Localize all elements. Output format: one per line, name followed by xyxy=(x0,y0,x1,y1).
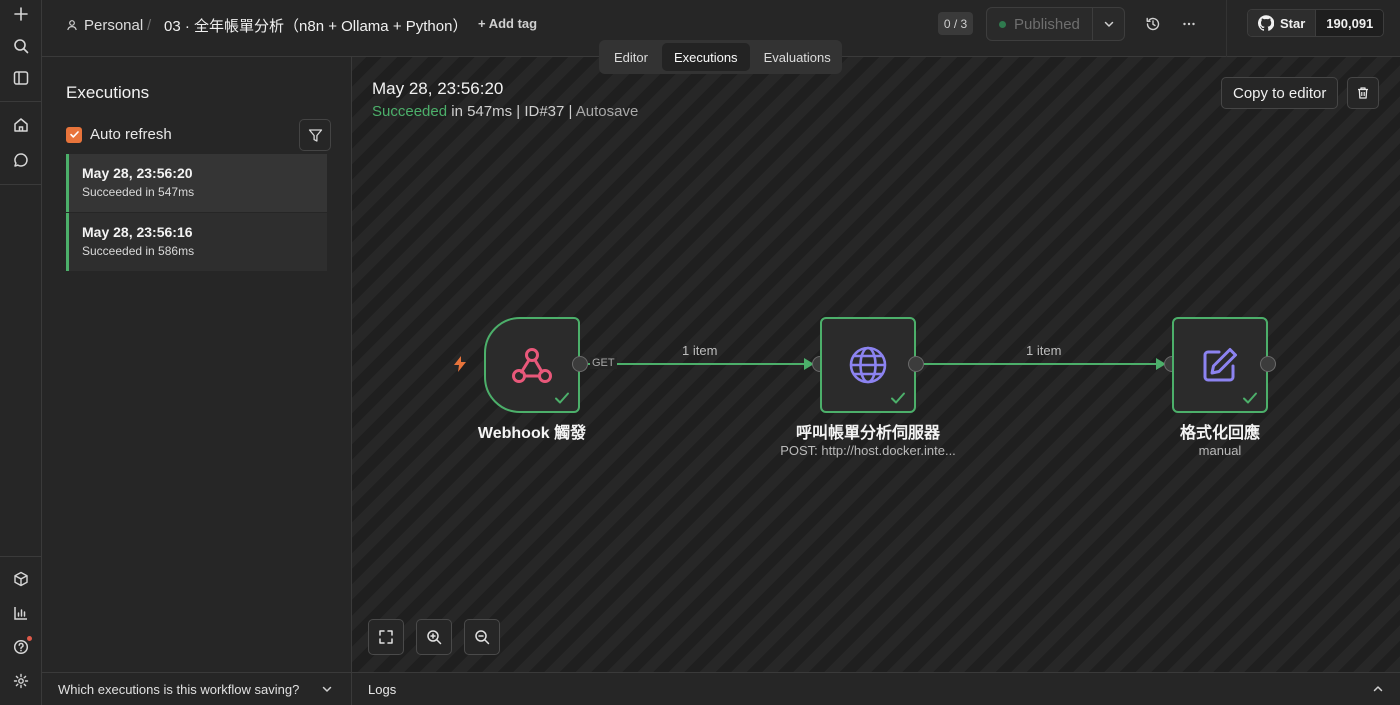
tab-evaluations[interactable]: Evaluations xyxy=(752,43,843,71)
auto-refresh-label: Auto refresh xyxy=(90,126,172,143)
success-check-icon xyxy=(1243,392,1257,404)
execution-status: Succeeded in 547ms xyxy=(82,185,195,199)
publish-status-dot xyxy=(999,20,1006,28)
publish-dropdown-toggle[interactable] xyxy=(1093,8,1124,40)
breadcrumb-project[interactable]: Personal xyxy=(66,15,143,35)
node-output-handle[interactable] xyxy=(572,356,588,372)
node-title: 格式化回應 xyxy=(1179,425,1260,442)
node-output-handle[interactable] xyxy=(908,356,924,372)
rail-divider xyxy=(0,184,42,185)
edit-icon xyxy=(1203,348,1237,382)
publish-label: Published xyxy=(1014,15,1080,33)
add-tag-button[interactable]: + Add tag xyxy=(478,16,537,31)
rail-divider xyxy=(0,556,42,557)
node-http-request[interactable] xyxy=(820,317,916,413)
edge-item-count: 1 item xyxy=(1026,343,1062,358)
tab-executions[interactable]: Executions xyxy=(661,43,750,71)
settings-icon[interactable] xyxy=(9,669,33,693)
user-icon xyxy=(67,20,77,31)
node-title: 呼叫帳單分析伺服器 xyxy=(795,425,940,442)
connection-webhook-to-http[interactable] xyxy=(588,358,814,370)
home-icon[interactable] xyxy=(9,113,33,137)
globe-icon xyxy=(849,346,887,384)
execution-time: May 28, 23:56:16 xyxy=(82,224,193,240)
saving-settings-accordion[interactable]: Which executions is this workflow saving… xyxy=(42,672,351,705)
github-star-button[interactable]: Star xyxy=(1248,10,1317,36)
saving-settings-question: Which executions is this workflow saving… xyxy=(58,681,300,697)
github-icon xyxy=(1258,15,1274,31)
publish-button[interactable]: Published xyxy=(987,8,1093,40)
production-checklist-counter[interactable]: 0 / 3 xyxy=(938,12,973,35)
connection-http-to-format[interactable] xyxy=(924,358,1166,370)
edge-method-label: GET xyxy=(590,357,617,369)
more-options-icon[interactable] xyxy=(1177,12,1201,36)
success-check-icon xyxy=(891,392,905,404)
execution-list-item[interactable]: May 28, 23:56:20 Succeeded in 547ms xyxy=(66,154,327,212)
n8n-app: Personal / 03 · 全年帳單分析（n8n + Ollama + Py… xyxy=(0,0,1400,705)
logs-label: Logs xyxy=(368,681,397,697)
workflow-title[interactable]: 03 · 全年帳單分析（n8n + Ollama + Python） xyxy=(164,15,467,35)
history-icon[interactable] xyxy=(1141,12,1165,36)
insights-icon[interactable] xyxy=(9,601,33,625)
publish-split-button: Published xyxy=(986,7,1125,41)
edge-item-count: 1 item xyxy=(682,343,718,358)
left-rail xyxy=(0,0,42,705)
success-check-icon xyxy=(555,392,569,404)
execution-time: May 28, 23:56:20 xyxy=(82,165,193,181)
notification-dot xyxy=(27,636,32,641)
breadcrumb-separator: / xyxy=(147,16,152,34)
github-star-widget[interactable]: Star 190,091 xyxy=(1247,9,1385,37)
node-title: Webhook 觸發 xyxy=(477,425,587,442)
node-webhook-trigger[interactable] xyxy=(484,317,580,413)
node-subtitle: manual xyxy=(1198,443,1242,458)
search-icon[interactable] xyxy=(9,34,33,58)
node-output-handle[interactable] xyxy=(1260,356,1276,372)
node-subtitle: POST: http://host.docker.inte... xyxy=(780,443,956,458)
trigger-bolt-icon xyxy=(454,356,466,372)
webhook-icon xyxy=(512,348,552,383)
panel-title: Executions xyxy=(66,83,150,102)
tab-editor[interactable]: Editor xyxy=(602,43,660,71)
node-format-response[interactable] xyxy=(1172,317,1268,413)
project-name: Personal xyxy=(84,16,144,34)
rail-divider xyxy=(0,101,42,102)
execution-status: Succeeded in 586ms xyxy=(82,244,195,258)
execution-list-item[interactable]: May 28, 23:56:16 Succeeded in 586ms xyxy=(66,213,327,271)
view-tabs: Editor Executions Evaluations xyxy=(599,40,842,74)
chevron-down-icon xyxy=(322,686,332,692)
chevron-up-icon xyxy=(1373,686,1383,692)
auto-refresh-checkbox[interactable]: Auto refresh xyxy=(66,126,172,143)
sidebar-toggle-icon[interactable] xyxy=(9,66,33,90)
chevron-down-icon xyxy=(1104,21,1113,27)
chat-icon[interactable] xyxy=(9,148,33,172)
header-divider xyxy=(1226,0,1227,57)
executions-panel: Executions Auto refresh May 28, 23:56:20… xyxy=(42,57,352,705)
filter-button[interactable] xyxy=(299,119,331,151)
zoom-in-button[interactable] xyxy=(416,619,452,655)
plus-icon[interactable] xyxy=(9,2,33,26)
zoom-in-icon xyxy=(427,630,442,645)
zoom-out-button[interactable] xyxy=(464,619,500,655)
filter-icon xyxy=(308,128,322,142)
fullscreen-icon xyxy=(379,630,393,644)
github-star-count: 190,091 xyxy=(1316,10,1384,36)
logs-panel-toggle[interactable]: Logs xyxy=(352,672,1400,705)
github-star-label: Star xyxy=(1280,15,1306,31)
help-icon[interactable] xyxy=(9,635,33,659)
templates-icon[interactable] xyxy=(9,567,33,591)
fit-view-button[interactable] xyxy=(368,619,404,655)
workflow-canvas[interactable]: May 28, 23:56:20 Succeeded in 547ms | ID… xyxy=(352,57,1400,672)
checkbox-checked-icon[interactable] xyxy=(66,126,82,143)
zoom-out-icon xyxy=(475,630,490,645)
